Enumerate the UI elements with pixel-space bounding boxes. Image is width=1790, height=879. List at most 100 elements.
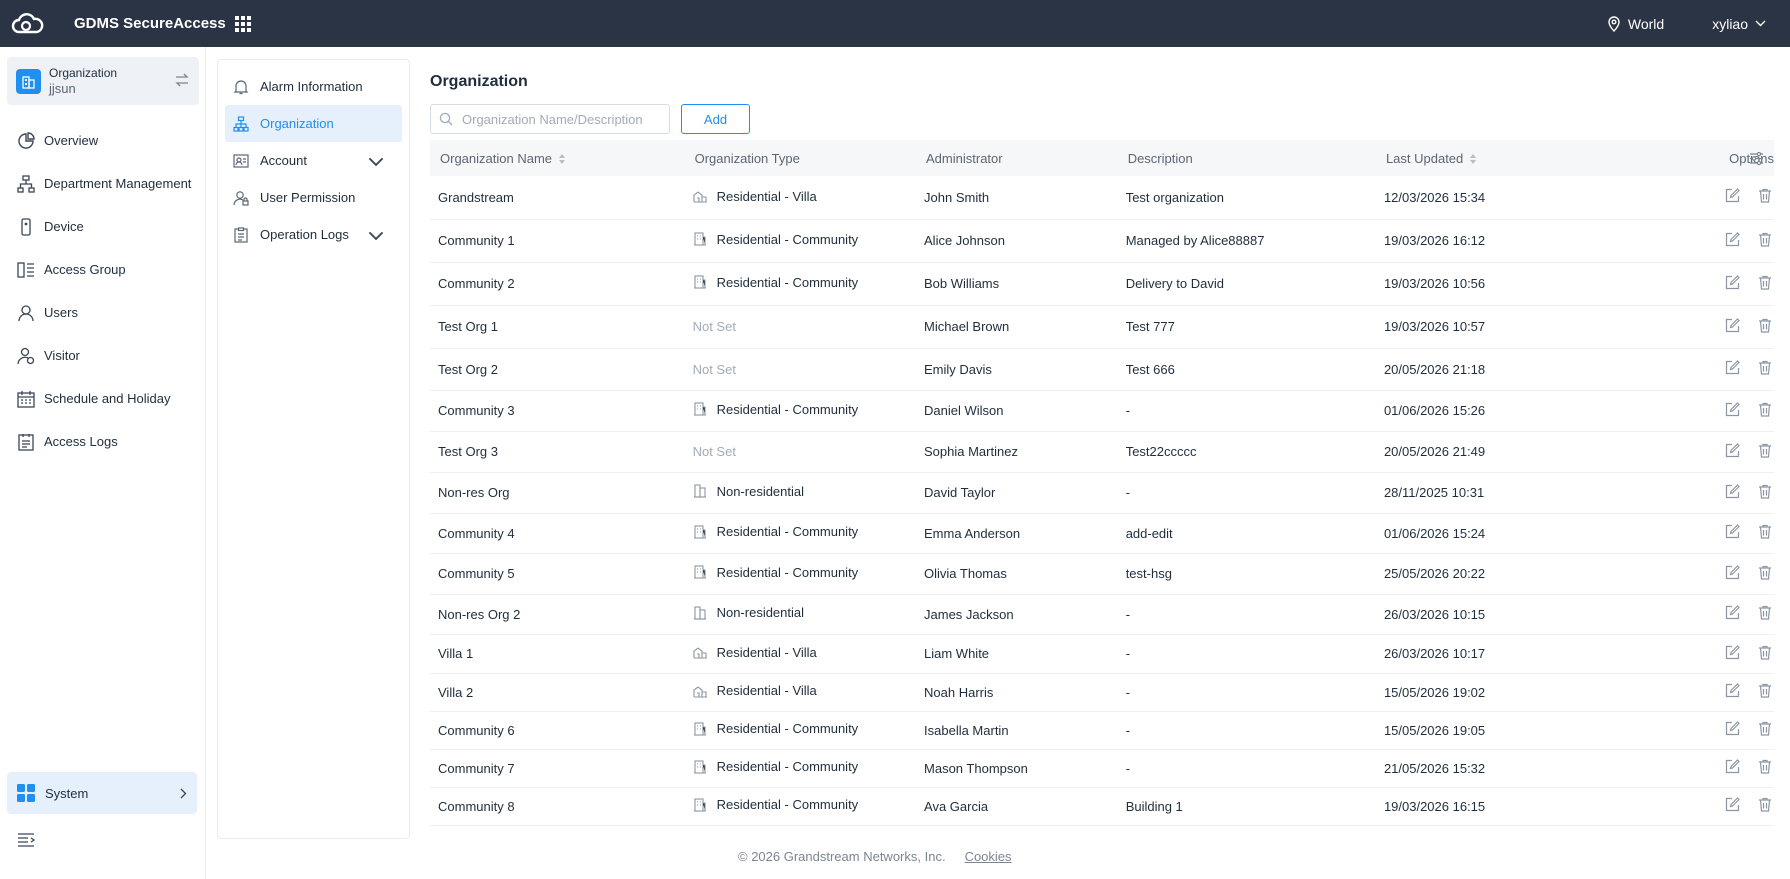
delete-icon[interactable] <box>1758 484 1772 502</box>
cell-description: Managed by Alice88887 <box>1117 219 1376 263</box>
table-row[interactable]: Community 6 Residential - Community Isabel… <box>430 711 1774 750</box>
cell-org-name: Test Org 2 <box>430 348 685 391</box>
delete-icon[interactable] <box>1758 360 1772 378</box>
delete-icon[interactable] <box>1758 188 1772 206</box>
cell-last-updated: 26/03/2026 10:15 <box>1375 594 1630 635</box>
sidebar-item-visitor[interactable]: Visitor <box>0 334 206 377</box>
user-menu[interactable]: xyliao <box>1712 16 1766 32</box>
delete-icon[interactable] <box>1758 565 1772 583</box>
app-grid-icon[interactable] <box>234 15 251 32</box>
edit-icon[interactable] <box>1725 797 1741 815</box>
cell-last-updated: 20/05/2026 21:49 <box>1375 431 1630 473</box>
table-row[interactable]: Grandstream Residential - Villa John Smith… <box>430 176 1774 220</box>
cell-description: - <box>1117 711 1376 750</box>
sidebar-item-system[interactable]: System <box>7 772 197 814</box>
table-row[interactable]: Community 8 Residential - Community Ava Ga… <box>430 787 1774 826</box>
edit-icon[interactable] <box>1725 644 1741 663</box>
search-input[interactable] <box>462 111 662 127</box>
sort-icon[interactable] <box>1469 153 1477 165</box>
column-header-name[interactable]: Organization Name <box>430 140 685 176</box>
cell-org-type: Residential - Community <box>684 711 917 750</box>
sidebar-item-overview[interactable]: Overview <box>0 119 206 162</box>
grandstream-logo-icon[interactable] <box>11 12 45 36</box>
cell-administrator: Emma Anderson <box>916 513 1118 554</box>
table-row[interactable]: Villa 1 Residential - Villa Liam White -26/… <box>430 634 1774 674</box>
submenu-item-user-permission[interactable]: User Permission <box>218 179 409 216</box>
delete-icon[interactable] <box>1758 759 1772 777</box>
delete-icon[interactable] <box>1758 232 1772 250</box>
table-row[interactable]: Test Org 2 Not Set Emily Davis Test 666 20/0… <box>430 348 1774 391</box>
delete-icon[interactable] <box>1758 524 1772 542</box>
sidebar-item-device[interactable]: Device <box>0 205 206 248</box>
column-header-last-updated[interactable]: Last Updated <box>1376 140 1629 176</box>
sidebar: Organization jjsun Overview Department M… <box>0 47 206 879</box>
table-row[interactable]: Non-res Org 2 Non-residential James Jackso… <box>430 594 1774 635</box>
delete-icon[interactable] <box>1758 645 1772 663</box>
delete-icon[interactable] <box>1758 443 1772 461</box>
location-selector[interactable]: World <box>1607 16 1664 32</box>
delete-icon[interactable] <box>1758 721 1772 739</box>
cell-administrator: David Taylor <box>916 472 1118 514</box>
table-row[interactable]: Test Org 1 Not Set Michael Brown Test 777 19… <box>430 305 1774 349</box>
table-row[interactable]: Community 3 Residential - Community Daniel… <box>430 390 1774 432</box>
delete-icon[interactable] <box>1758 683 1772 701</box>
table-body: Grandstream Residential - Villa John Smith… <box>430 176 1774 826</box>
swap-icon[interactable] <box>175 73 189 87</box>
cell-administrator: Michael Brown <box>916 305 1118 349</box>
edit-icon[interactable] <box>1725 188 1741 206</box>
column-settings-icon[interactable] <box>1749 152 1764 165</box>
edit-icon[interactable] <box>1725 483 1741 502</box>
copyright: © 2026 Grandstream Networks, Inc. <box>738 849 946 864</box>
table-row[interactable]: Test Org 3 Not Set Sophia Martinez Test22cc… <box>430 431 1774 473</box>
community-icon <box>693 759 707 777</box>
delete-icon[interactable] <box>1758 402 1772 420</box>
org-switcher[interactable]: Organization jjsun <box>7 57 199 105</box>
table-row[interactable]: Non-res Org Non-residential David Taylor -2… <box>430 472 1774 514</box>
sort-icon[interactable] <box>558 153 566 165</box>
cell-org-type: Residential - Community <box>684 219 917 263</box>
add-button[interactable]: Add <box>681 104 750 134</box>
edit-icon[interactable] <box>1725 564 1741 583</box>
sidebar-item-department-management[interactable]: Department Management <box>0 162 206 205</box>
search-icon <box>439 112 453 126</box>
table-row[interactable]: Community 4 Residential - Community Emma A… <box>430 513 1774 554</box>
collapse-sidebar-icon[interactable] <box>17 833 35 847</box>
organization-table: Organization Name Organization Type Admi… <box>430 140 1774 826</box>
cell-org-name: Test Org 3 <box>430 431 685 473</box>
top-bar: GDMS SecureAccess World xyliao <box>0 0 1790 47</box>
edit-icon[interactable] <box>1725 683 1741 701</box>
table-row[interactable]: Community 2 Residential - Community Bob Wi… <box>430 262 1774 306</box>
delete-icon[interactable] <box>1758 275 1772 293</box>
submenu-item-account[interactable]: Account <box>218 142 409 179</box>
edit-icon[interactable] <box>1725 231 1741 250</box>
sidebar-item-access-group[interactable]: Access Group <box>0 248 206 291</box>
table-row[interactable]: Community 7 Residential - Community Mason … <box>430 749 1774 788</box>
edit-icon[interactable] <box>1725 360 1741 378</box>
table-row[interactable]: Community 1 Residential - Community Alice … <box>430 219 1774 263</box>
submenu-item-operation-logs[interactable]: Operation Logs <box>218 216 409 253</box>
submenu-item-alarm-information[interactable]: Alarm Information <box>218 68 409 105</box>
edit-icon[interactable] <box>1725 401 1741 420</box>
edit-icon[interactable] <box>1725 442 1741 461</box>
edit-icon[interactable] <box>1725 274 1741 293</box>
table-row[interactable]: Community 5 Residential - Community Olivia… <box>430 553 1774 595</box>
sidebar-item-schedule-and-holiday[interactable]: Schedule and Holiday <box>0 377 206 420</box>
cell-options <box>1629 305 1774 349</box>
delete-icon[interactable] <box>1758 605 1772 623</box>
location-label: World <box>1627 15 1665 32</box>
edit-icon[interactable] <box>1725 759 1741 777</box>
toolbar: Add <box>430 104 1774 134</box>
delete-icon[interactable] <box>1758 318 1772 336</box>
edit-icon[interactable] <box>1725 524 1741 542</box>
edit-icon[interactable] <box>1725 605 1741 623</box>
table-row[interactable]: Villa 2 Residential - Villa Noah Harris -15… <box>430 673 1774 712</box>
edit-icon[interactable] <box>1725 317 1741 336</box>
cookies-link[interactable]: Cookies <box>965 849 1012 864</box>
sidebar-item-access-logs[interactable]: Access Logs <box>0 420 206 463</box>
sidebar-item-users[interactable]: Users <box>0 291 206 334</box>
edit-icon[interactable] <box>1725 721 1741 739</box>
submenu-item-organization[interactable]: Organization <box>225 105 402 142</box>
org-type-label: Residential - Community <box>716 797 859 813</box>
delete-icon[interactable] <box>1758 797 1772 815</box>
cell-last-updated: 01/06/2026 15:24 <box>1375 513 1630 554</box>
